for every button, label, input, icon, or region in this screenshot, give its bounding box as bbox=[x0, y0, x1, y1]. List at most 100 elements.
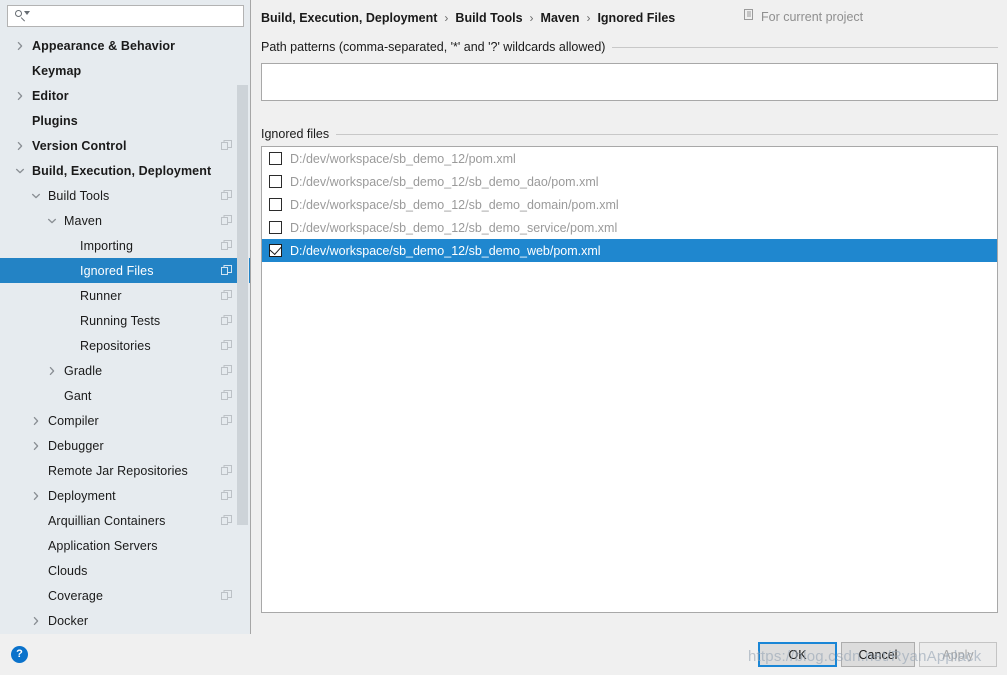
sidebar-item-remote-jar-repositories[interactable]: Remote Jar Repositories bbox=[0, 458, 250, 483]
sidebar-item-compiler[interactable]: Compiler bbox=[0, 408, 250, 433]
sidebar-item-label: Deployment bbox=[48, 488, 116, 503]
sidebar-item-label: Maven bbox=[64, 213, 103, 228]
sidebar-item-build-tools[interactable]: Build Tools bbox=[0, 183, 250, 208]
sidebar-item-label: Compiler bbox=[48, 413, 99, 428]
sidebar-item-deployment[interactable]: Deployment bbox=[0, 483, 250, 508]
ignored-file-checkbox[interactable] bbox=[269, 221, 282, 234]
sidebar-item-label: Importing bbox=[80, 238, 134, 253]
settings-dialog: Appearance & Behavior Keymap Editor Plugins… bbox=[0, 0, 1007, 675]
sidebar-item-clouds[interactable]: Clouds bbox=[0, 558, 250, 583]
sidebar-item-label: Coverage bbox=[48, 588, 103, 603]
sidebar-item-label: Version Control bbox=[32, 138, 127, 153]
sidebar-item-build-execution-deployment[interactable]: Build, Execution, Deployment bbox=[0, 158, 250, 183]
sidebar-item-label: Keymap bbox=[32, 63, 82, 78]
sidebar-item-plugins[interactable]: Plugins bbox=[0, 108, 250, 133]
apply-button: Apply bbox=[919, 642, 997, 667]
sidebar-item-gant[interactable]: Gant bbox=[0, 383, 250, 408]
sidebar-item-label: Gant bbox=[64, 388, 92, 403]
sidebar-item-keymap[interactable]: Keymap bbox=[0, 58, 250, 83]
sidebar-item-editor[interactable]: Editor bbox=[0, 83, 250, 108]
files-group-label: Ignored files bbox=[261, 127, 330, 141]
sidebar-item-label: Repositories bbox=[80, 338, 151, 353]
chevron-down-icon[interactable] bbox=[30, 190, 42, 202]
sidebar-item-running-tests[interactable]: Running Tests bbox=[0, 308, 250, 333]
pattern-group-header: Path patterns (comma-separated, '*' and … bbox=[261, 40, 998, 54]
sidebar-item-repositories[interactable]: Repositories bbox=[0, 333, 250, 358]
breadcrumb-item[interactable]: Build Tools bbox=[455, 11, 522, 25]
ignored-file-checkbox[interactable] bbox=[269, 175, 282, 188]
ignored-file-path: D:/dev/workspace/sb_demo_12/sb_demo_web/… bbox=[290, 243, 601, 258]
files-group-header: Ignored files bbox=[261, 127, 998, 141]
ignored-file-path: D:/dev/workspace/sb_demo_12/sb_demo_doma… bbox=[290, 197, 619, 212]
chevron-down-icon[interactable] bbox=[46, 215, 58, 227]
ignored-file-checkbox[interactable] bbox=[269, 198, 282, 211]
sidebar-item-debugger[interactable]: Debugger bbox=[0, 433, 250, 458]
sidebar-item-label: Application Servers bbox=[48, 538, 158, 553]
sidebar-item-label: Ignored Files bbox=[80, 263, 154, 278]
ignored-file-row[interactable]: D:/dev/workspace/sb_demo_12/sb_demo_doma… bbox=[262, 193, 997, 216]
sidebar-scrollbar-thumb[interactable] bbox=[237, 85, 248, 525]
project-scope-icon bbox=[221, 415, 232, 426]
breadcrumb-item[interactable]: Build, Execution, Deployment bbox=[261, 11, 437, 25]
ignored-file-row[interactable]: D:/dev/workspace/sb_demo_12/sb_demo_dao/… bbox=[262, 170, 997, 193]
ignored-file-row[interactable]: D:/dev/workspace/sb_demo_12/sb_demo_serv… bbox=[262, 216, 997, 239]
sidebar-item-label: Runner bbox=[80, 288, 122, 303]
project-scope-icon bbox=[221, 365, 232, 376]
ignored-file-path: D:/dev/workspace/sb_demo_12/sb_demo_dao/… bbox=[290, 174, 599, 189]
settings-content-panel: Build, Execution, Deployment › Build Tools… bbox=[252, 0, 1007, 634]
breadcrumb-separator: › bbox=[529, 11, 534, 25]
project-scope-icon bbox=[221, 240, 232, 251]
project-scope-icon bbox=[221, 490, 232, 501]
breadcrumb-item[interactable]: Maven bbox=[541, 11, 580, 25]
project-scope-icon bbox=[221, 465, 232, 476]
sidebar-item-appearance-behavior[interactable]: Appearance & Behavior bbox=[0, 33, 250, 58]
sidebar-item-importing[interactable]: Importing bbox=[0, 233, 250, 258]
project-scope-icon bbox=[221, 140, 232, 151]
sidebar-item-maven[interactable]: Maven bbox=[0, 208, 250, 233]
sidebar-item-runner[interactable]: Runner bbox=[0, 283, 250, 308]
help-button[interactable]: ? bbox=[11, 646, 28, 663]
ignored-file-checkbox[interactable] bbox=[269, 242, 282, 257]
breadcrumb-separator: › bbox=[586, 11, 591, 25]
scope-note: For current project bbox=[744, 9, 863, 24]
sidebar-item-gradle[interactable]: Gradle bbox=[0, 358, 250, 383]
ignored-file-row[interactable]: D:/dev/workspace/sb_demo_12/sb_demo_web/… bbox=[262, 239, 997, 262]
chevron-right-icon[interactable] bbox=[14, 90, 26, 102]
sidebar-item-ignored-files[interactable]: Ignored Files bbox=[0, 258, 250, 283]
sidebar-item-label: Build, Execution, Deployment bbox=[32, 163, 212, 178]
pattern-group-rule bbox=[612, 46, 998, 48]
scope-note-label: For current project bbox=[761, 9, 864, 24]
search-box[interactable] bbox=[7, 5, 244, 27]
ignored-file-path: D:/dev/workspace/sb_demo_12/sb_demo_serv… bbox=[290, 220, 618, 235]
sidebar-item-version-control[interactable]: Version Control bbox=[0, 133, 250, 158]
settings-tree[interactable]: Appearance & Behavior Keymap Editor Plugins… bbox=[0, 33, 250, 634]
sidebar-item-label: Gradle bbox=[64, 363, 103, 378]
chevron-right-icon[interactable] bbox=[30, 615, 42, 627]
chevron-right-icon[interactable] bbox=[30, 490, 42, 502]
sidebar-item-label: Debugger bbox=[48, 438, 104, 453]
path-patterns-input[interactable] bbox=[261, 63, 998, 101]
sidebar-item-docker[interactable]: Docker bbox=[0, 608, 250, 633]
pattern-group-label: Path patterns (comma-separated, '*' and … bbox=[261, 40, 606, 54]
project-scope-icon bbox=[221, 290, 232, 301]
sidebar-item-application-servers[interactable]: Application Servers bbox=[0, 533, 250, 558]
sidebar-item-coverage[interactable]: Coverage bbox=[0, 583, 250, 608]
ignored-file-checkbox[interactable] bbox=[269, 152, 282, 165]
sidebar-item-label: Clouds bbox=[48, 563, 88, 578]
chevron-down-icon[interactable] bbox=[14, 165, 26, 177]
sidebar-item-arquillian-containers[interactable]: Arquillian Containers bbox=[0, 508, 250, 533]
chevron-right-icon[interactable] bbox=[46, 365, 58, 377]
breadcrumb: Build, Execution, Deployment › Build Tools… bbox=[261, 9, 675, 27]
cancel-button[interactable]: Cancel bbox=[841, 642, 915, 667]
chevron-right-icon[interactable] bbox=[30, 415, 42, 427]
sidebar-item-label: Plugins bbox=[32, 113, 78, 128]
chevron-right-icon[interactable] bbox=[30, 440, 42, 452]
sidebar-item-label: Build Tools bbox=[48, 188, 110, 203]
ignored-file-row[interactable]: D:/dev/workspace/sb_demo_12/pom.xml bbox=[262, 147, 997, 170]
ignored-files-list[interactable]: D:/dev/workspace/sb_demo_12/pom.xml D:/de… bbox=[261, 146, 998, 613]
chevron-right-icon[interactable] bbox=[14, 140, 26, 152]
search-input[interactable] bbox=[30, 7, 243, 25]
chevron-right-icon[interactable] bbox=[14, 40, 26, 52]
ok-button[interactable]: OK bbox=[758, 642, 837, 667]
sidebar-scrollbar-track[interactable] bbox=[237, 33, 249, 634]
